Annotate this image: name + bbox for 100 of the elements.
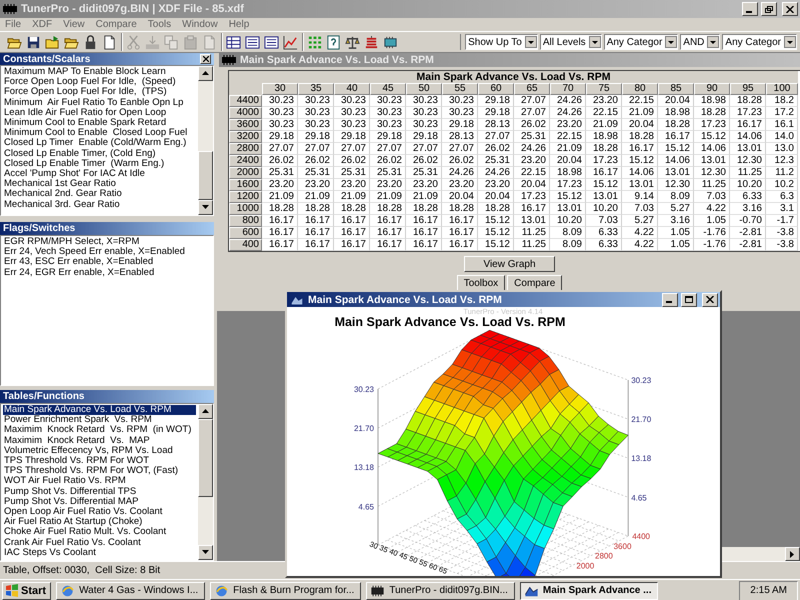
list-item[interactable]: Err 24, EGR Err enable, X=Enabled (3, 268, 211, 278)
list-item[interactable]: Pump Shot Vs. Differential MAP (3, 496, 196, 508)
list-item[interactable]: Air Fuel Ratio At Startup (Choke) (3, 517, 196, 528)
start-button[interactable]: Start (2, 582, 52, 600)
list-item[interactable]: Main Spark Advance Vs. Load Vs. RPM (3, 405, 196, 416)
table-cell: 15.12 (694, 131, 730, 143)
down-arrow-icon[interactable] (202, 205, 209, 210)
menu-item[interactable]: View (63, 19, 85, 30)
list-item[interactable]: Maximum MAP To Enable Block Learn (3, 67, 196, 78)
table-icon[interactable] (226, 34, 241, 50)
table-cell: 30.23 (262, 107, 298, 119)
list-item[interactable]: Mechanical 2nd. Gear Ratio (3, 189, 196, 200)
menu-item[interactable]: Window (182, 19, 218, 30)
table-cell: 4.22 (622, 239, 658, 251)
table-cell: 8.09 (658, 191, 694, 203)
help-icon[interactable] (326, 34, 341, 50)
stack-icon[interactable] (364, 34, 379, 50)
taskbar-button[interactable]: Flash & Burn Program for... (210, 582, 362, 600)
table-cell: 13.0 (766, 143, 798, 155)
taskbar-button[interactable]: Main Spark Advance ... (520, 582, 658, 600)
list-item[interactable]: Mechanical 3rd. Gear Ratio (3, 200, 196, 210)
table-cell: 27.07 (478, 131, 514, 143)
taskbar-button[interactable]: Water 4 Gas - Windows I... (56, 582, 206, 600)
filter-dropdown[interactable]: Any Categor (604, 34, 678, 50)
table-cell: 4.22 (622, 227, 658, 239)
up-arrow-icon[interactable] (202, 71, 209, 76)
menu-item[interactable]: Compare (96, 19, 137, 30)
close-button[interactable] (200, 54, 211, 64)
chip-icon[interactable] (383, 34, 398, 50)
filter-dropdown[interactable]: Any Categor (722, 34, 797, 50)
action-button[interactable]: Toolbox (456, 275, 506, 291)
menu-item[interactable]: Tools (148, 19, 172, 30)
balance-scale-icon[interactable] (345, 34, 360, 50)
list-item[interactable]: WOT Air Fuel Ratio Vs. RPM (3, 476, 196, 487)
list-item[interactable]: Closed Lp Enable Timer (Warm Eng.) (3, 158, 196, 170)
caret-icon[interactable] (524, 36, 537, 48)
list-item[interactable]: Lean Idle Air Fuel Ratio for Open Loop (3, 108, 196, 118)
list-item[interactable]: TPS Threshold Vs. RPM For WOT (3, 456, 196, 466)
close-button[interactable] (782, 2, 798, 16)
scrollbar[interactable] (198, 404, 213, 560)
list-item[interactable]: Volumetric Effecency Vs, RPM Vs. Load (3, 446, 196, 456)
list-item[interactable]: Force Open Loop Fuel For Idle, (Speed) (3, 77, 196, 88)
filter-dropdown[interactable]: AND (680, 34, 720, 50)
list-item[interactable]: Crank Air Fuel Ratio Vs. Coolant (3, 538, 196, 548)
list-item[interactable]: IAC Steps Vs Coolant (3, 548, 196, 558)
page-icon[interactable] (102, 34, 117, 50)
list-item[interactable]: Minimum Cool to Enable Spark Retard (3, 118, 196, 128)
scrollbar[interactable] (719, 547, 800, 561)
table-cell: 23.20 (514, 155, 550, 167)
list-item[interactable]: Maximim Knock Retard Vs. MAP (3, 436, 196, 446)
line-chart-icon[interactable] (283, 34, 298, 50)
list-item[interactable]: Closed Lp Enable Timer, (Cold Eng) (3, 148, 196, 159)
table-cell: 21.09 (370, 191, 406, 203)
list-item[interactable]: Err 24, Vech Speed Err enable, X=Enabled (3, 247, 211, 258)
list-item[interactable]: Choke Air Fuel Ratio Mult. Vs. Coolant (3, 527, 196, 538)
menu-item[interactable]: Help (228, 19, 250, 30)
table-cell: 17.23 (514, 191, 550, 203)
list-item[interactable]: Power Enrichment Spark Vs. RPM (3, 415, 196, 426)
scrollbar[interactable] (198, 66, 213, 215)
list-item[interactable]: Open Loop Air Fuel Ratio Vs. Coolant (3, 507, 196, 518)
list-item[interactable]: EGR RPM/MPH Select, X=RPM (3, 237, 211, 248)
filter-dropdown[interactable]: Show Up To (465, 34, 538, 50)
list-item[interactable]: Minimum Cool to Enable Closed Loop Fuel (3, 128, 196, 138)
table-cell: 7.03 (586, 215, 622, 227)
menu-item[interactable]: XDF (32, 19, 52, 30)
list-icon[interactable] (264, 34, 279, 50)
minimize-button[interactable] (742, 2, 758, 16)
close-icon (706, 296, 714, 303)
filter-dropdown[interactable]: All Levels (540, 34, 602, 50)
floppy-icon[interactable] (26, 34, 41, 50)
table-title: Main Spark Advance Vs. Load Vs. RPM (229, 71, 798, 83)
list-item[interactable]: TPS Threshold Vs. RPM For WOT, (Fast) (3, 466, 196, 476)
caret-icon[interactable] (588, 36, 601, 48)
list-item[interactable]: Mechanical 1st Gear Ratio (3, 179, 196, 190)
list-item[interactable]: Pump Shot Vs. Differential TPS (3, 486, 196, 497)
right-arrow-icon[interactable] (790, 550, 795, 558)
list-icon[interactable] (245, 34, 260, 50)
action-button[interactable]: Compare (507, 275, 562, 291)
up-arrow-icon[interactable] (202, 409, 209, 414)
down-arrow-icon[interactable] (202, 550, 209, 555)
caret-icon[interactable] (707, 36, 720, 48)
list-item[interactable]: Minimum Air Fuel Ratio To Eanble Opn Lp (3, 98, 196, 108)
list-item[interactable]: Maximim Knock Retard Vs. RPM (in WOT) (3, 425, 196, 436)
padlock-icon[interactable] (83, 34, 98, 50)
list-item[interactable]: Closed Lp Timer Enable (Cold/Warm Eng.) (3, 138, 196, 149)
view-graph-button[interactable]: View Graph (464, 256, 555, 272)
folder-icon[interactable] (45, 34, 60, 50)
menu-item[interactable]: File (5, 19, 22, 30)
minimize-button[interactable] (662, 292, 678, 306)
axis-tick-label: 21.70 (631, 415, 652, 424)
restore-button[interactable] (761, 2, 777, 16)
maximize-button[interactable] (681, 292, 697, 306)
taskbar-button[interactable]: TunerPro - didit097g.BIN... (366, 582, 515, 600)
list-item[interactable]: Force Open Loop Fuel For Idle, (TPS) (3, 87, 196, 98)
close-button[interactable] (702, 292, 718, 306)
caret-icon[interactable] (665, 36, 678, 48)
table-cell: -3.8 (766, 227, 798, 239)
list-item[interactable]: Accel 'Pump Shot' For IAC At Idle (3, 169, 196, 180)
caret-icon[interactable] (784, 36, 796, 48)
list-item[interactable]: Err 43, ESC Err enable, X=Enabled (3, 257, 211, 268)
